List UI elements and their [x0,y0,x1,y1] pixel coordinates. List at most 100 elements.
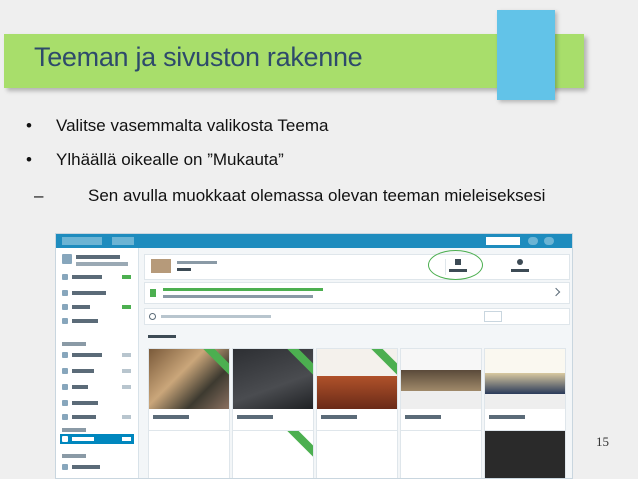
sidebar-item[interactable] [60,412,134,422]
theme-name [405,415,441,419]
sidebar-item[interactable] [60,316,134,326]
site-icon [62,254,72,264]
theme-card[interactable] [484,430,566,478]
notifications-icon[interactable] [544,237,554,245]
admin-bar-write-button[interactable] [486,237,520,245]
sidebar-item-badge [122,305,131,309]
theme-card[interactable] [316,348,398,432]
theme-card[interactable] [400,348,482,432]
current-theme-name [177,268,191,271]
tab-all[interactable] [484,311,502,322]
wp-sidebar [56,248,139,478]
feedback-icon [62,414,68,420]
sub-bullet-text: Sen avulla muokkaat olemassa olevan teem… [88,186,546,205]
theme-name [237,415,273,419]
sidebar-item-label [72,353,102,357]
customize-highlight-oval [428,250,483,280]
people-icon [62,464,68,470]
sidebar-item-action[interactable] [122,437,131,441]
sidebar-section-heading [62,428,86,432]
theme-card[interactable] [232,430,314,478]
banner-title [163,288,323,291]
sidebar-section-heading [62,342,86,346]
pages-icon [62,352,68,358]
site-switcher[interactable] [60,252,134,270]
search-icon [149,313,156,320]
media-icon [62,384,68,390]
sidebar-item[interactable] [60,382,134,392]
site-name [76,255,120,259]
sidebar-item[interactable] [60,462,134,472]
sidebar-item-label [72,291,106,295]
plan-icon [62,290,68,296]
theme-thumbnail [401,349,481,409]
tab-premium[interactable] [526,311,558,322]
posts-icon [62,368,68,374]
page-number: 15 [596,434,609,449]
bullet-marker: • [26,116,32,135]
avatar[interactable] [528,237,538,245]
search-placeholder [161,315,271,318]
sidebar-item-label [72,385,88,389]
bullet-text: Ylhäällä oikealle on ”Mukauta” [56,150,284,169]
sidebar-item-action[interactable] [122,369,131,373]
sidebar-item[interactable] [60,272,134,282]
theme-thumbnail [485,349,565,409]
theme-card[interactable] [148,430,230,478]
sidebar-item-badge [122,275,131,279]
theme-card[interactable] [148,348,230,432]
sidebar-section-heading [62,454,86,458]
site-url [76,262,128,266]
sidebar-item-action[interactable] [122,385,131,389]
sidebar-item-action[interactable] [122,415,131,419]
sidebar-item-label [72,465,100,469]
admin-bar-item [112,237,134,245]
sidebar-item[interactable] [60,350,134,360]
sidebar-item-label [72,415,96,419]
banner-icon [150,289,156,297]
theme-card[interactable] [484,348,566,432]
wordpress-themes-screenshot [55,233,573,479]
theme-name [321,415,357,419]
current-theme-label [177,261,217,264]
stats-icon [62,274,68,280]
sidebar-item[interactable] [60,302,134,312]
sidebar-item-label [72,369,94,373]
sub-bullet-marker: – [34,186,44,205]
theme-ribbon [283,431,313,461]
info-icon[interactable] [517,259,523,265]
slide-title: Teeman ja sivuston rakenne [34,42,363,72]
themes-icon [62,436,68,442]
banner-text [163,295,313,298]
comments-icon [62,400,68,406]
current-theme-thumbnail [151,259,171,273]
sidebar-item-label [72,305,90,309]
wp-admin-bar [56,234,572,248]
theme-name [153,415,189,419]
upgrade-banner[interactable] [144,282,570,304]
slide: Teeman ja sivuston rakenne • Valitse vas… [0,0,638,479]
sidebar-item-label [72,275,102,279]
sidebar-item-label [72,401,98,405]
sidebar-item[interactable] [60,398,134,408]
stats-icon [62,304,68,310]
wordpress-logo-icon [62,237,102,245]
theme-card[interactable] [400,430,482,478]
sidebar-item-label [72,437,94,441]
sidebar-item-themes[interactable] [60,434,134,444]
activity-icon [62,318,68,324]
info-button-label[interactable] [511,269,529,272]
sidebar-item-label [72,319,98,323]
bullet-text: Valitse vasemmalta valikosta Teema [56,116,329,135]
sidebar-item-action[interactable] [122,353,131,357]
theme-card[interactable] [232,348,314,432]
theme-card[interactable] [316,430,398,478]
corner-tab-decoration [497,10,555,100]
themes-section-heading [148,335,176,338]
theme-name [489,415,525,419]
chevron-right-icon[interactable] [551,287,561,297]
sidebar-item[interactable] [60,288,134,298]
sidebar-item[interactable] [60,366,134,376]
tab-free[interactable] [504,311,522,322]
current-theme-card [144,254,570,280]
